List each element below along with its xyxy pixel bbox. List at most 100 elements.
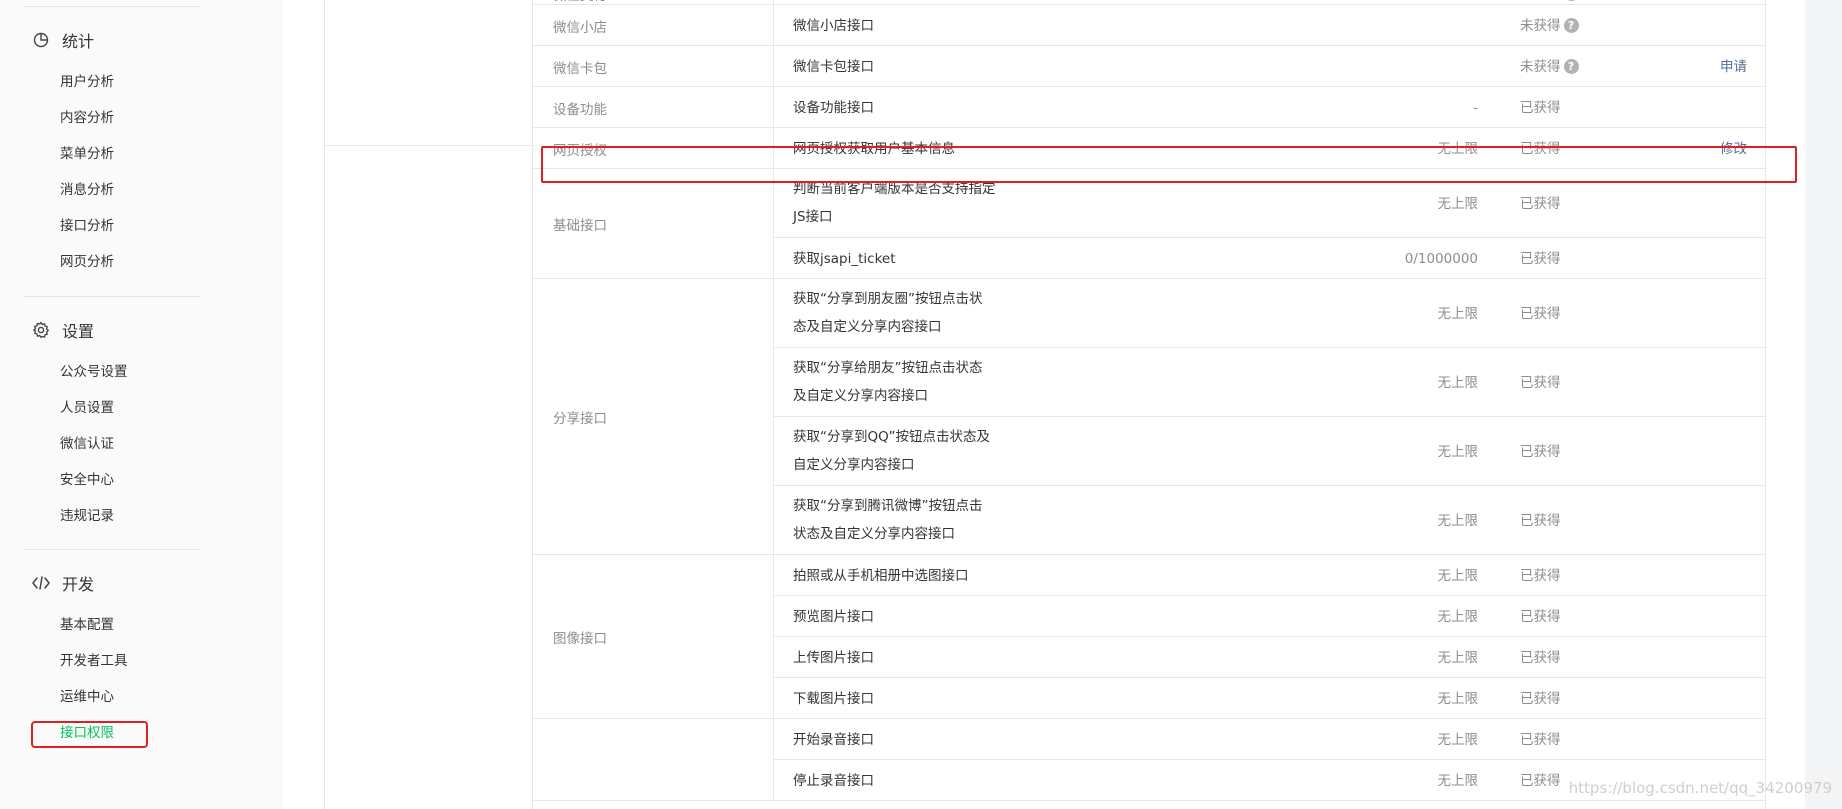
api-status-text: 已获得 [1520, 608, 1561, 625]
api-limit: 无上限 [1437, 195, 1479, 212]
api-status-text: 已获得 [1520, 443, 1561, 460]
row-divider [773, 636, 1765, 637]
api-status-text: 已获得 [1520, 195, 1561, 212]
api-status-text: 未获得 [1520, 0, 1561, 4]
api-status: 已获得 [1520, 442, 1561, 462]
api-status-text: 已获得 [1520, 99, 1561, 116]
api-limit: 无上限 [1437, 608, 1479, 625]
sidebar-divider [23, 549, 200, 550]
help-icon[interactable]: ? [1563, 18, 1579, 33]
api-status: 已获得 [1520, 304, 1561, 324]
sidebar-item[interactable]: 消息分析 [60, 180, 114, 200]
column-divider [773, 169, 774, 279]
api-name: 判断当前客户端版本是否支持指定JS接口 [793, 181, 996, 225]
api-status: 已获得 [1520, 566, 1561, 586]
row-divider [773, 347, 1765, 348]
row-divider [533, 718, 1765, 719]
api-limit: 无上限 [1437, 305, 1479, 322]
sidebar-section-2: 开发 [32, 571, 94, 595]
help-icon[interactable]: ? [1563, 59, 1579, 74]
highlight-box-active-item [31, 721, 148, 748]
column-divider [773, 279, 774, 555]
api-status: 已获得 [1520, 730, 1561, 750]
row-divider [773, 485, 1765, 486]
api-status: 已获得 [1520, 689, 1561, 709]
api-status-text: 未获得 [1520, 17, 1561, 34]
sidebar: 统计用户分析内容分析菜单分析消息分析接口分析网页分析设置公众号设置人员设置微信认… [0, 0, 283, 809]
sidebar-item[interactable]: 开发者工具 [60, 651, 128, 671]
api-permission-table: 微信支付微信支付接口未获得?申请微信小店微信小店接口未获得?微信卡包微信卡包接口… [532, 0, 1766, 809]
action-link[interactable]: 申请 [1720, 0, 1747, 4]
sidebar-item[interactable]: 用户分析 [60, 72, 114, 92]
api-limit: 无上限 [1437, 443, 1479, 460]
api-status: 已获得 [1520, 607, 1561, 627]
row-divider [533, 800, 1765, 801]
api-limit: 无上限 [1437, 649, 1479, 666]
api-limit: 无上限 [1437, 567, 1479, 584]
api-limit: 无上限 [1437, 512, 1479, 529]
api-name: 预览图片接口 [793, 608, 874, 625]
api-status: 未获得? [1520, 0, 1579, 4]
row-divider [533, 86, 1765, 87]
gear-icon [32, 321, 50, 339]
sidebar-item[interactable]: 网页分析 [60, 252, 114, 272]
row-divider [533, 127, 1765, 128]
column-divider [773, 87, 774, 128]
api-limit: 0/1000000 [1404, 250, 1478, 267]
row-divider [533, 278, 1765, 279]
api-status-text: 已获得 [1520, 690, 1561, 707]
divider [324, 0, 325, 809]
action-link[interactable]: 申请 [1720, 57, 1747, 77]
api-limit: 无上限 [1437, 374, 1479, 391]
code-icon [32, 574, 50, 592]
row-divider [773, 416, 1765, 417]
help-icon[interactable]: ? [1563, 0, 1579, 1]
sidebar-item[interactable]: 安全中心 [60, 470, 114, 490]
pie-chart-icon [32, 31, 50, 49]
column-divider [773, 555, 774, 719]
sidebar-section-title: 统计 [62, 32, 95, 51]
sidebar-item[interactable]: 运维中心 [60, 687, 114, 707]
sidebar-item[interactable]: 微信认证 [60, 434, 114, 454]
api-status-text: 已获得 [1520, 374, 1561, 391]
api-status-text: 已获得 [1520, 512, 1561, 529]
api-status-text: 已获得 [1520, 731, 1561, 748]
api-status-text: 已获得 [1520, 649, 1561, 666]
sidebar-item[interactable]: 内容分析 [60, 108, 114, 128]
sidebar-section-title: 开发 [62, 575, 95, 594]
api-status-text: 已获得 [1520, 305, 1561, 322]
sidebar-item[interactable]: 人员设置 [60, 398, 114, 418]
api-name: 获取“分享到腾讯微博”按钮点击状态及自定义分享内容接口 [793, 498, 983, 542]
main-panel: 微信支付微信支付接口未获得?申请微信小店微信小店接口未获得?微信卡包微信卡包接口… [283, 0, 1805, 809]
api-status-text: 未获得 [1520, 58, 1561, 75]
sidebar-item[interactable]: 接口分析 [60, 216, 114, 236]
category-label: 微信小店 [553, 19, 607, 36]
sidebar-section-0: 统计 [32, 28, 94, 52]
api-name: 微信小店接口 [793, 17, 874, 34]
row-divider [773, 677, 1765, 678]
api-status: 未获得? [1520, 16, 1579, 36]
api-status: 已获得 [1520, 511, 1561, 531]
category-label: 基础接口 [553, 218, 607, 234]
api-name: 获取“分享到朋友圈”按钮点击状态及自定义分享内容接口 [793, 291, 983, 335]
category-label: 分享接口 [553, 411, 607, 427]
sidebar-item[interactable]: 违规记录 [60, 506, 114, 526]
category-label: 微信卡包 [553, 60, 607, 77]
api-name: 微信卡包接口 [793, 58, 874, 75]
watermark: https://blog.csdn.net/qq_34200979 [1568, 779, 1832, 797]
row-divider [773, 759, 1765, 760]
sidebar-item[interactable]: 基本配置 [60, 615, 114, 635]
api-status: 已获得 [1520, 771, 1561, 791]
row-divider [773, 595, 1765, 596]
sidebar-item[interactable]: 公众号设置 [60, 362, 128, 382]
sidebar-divider [23, 6, 200, 7]
row-divider [533, 45, 1765, 46]
sidebar-section-1: 设置 [32, 318, 94, 342]
api-limit: 无上限 [1437, 731, 1479, 748]
sidebar-divider [23, 296, 200, 297]
category-label: 图像接口 [553, 631, 607, 647]
api-name: 开始录音接口 [793, 731, 874, 748]
column-divider [773, 5, 774, 46]
sidebar-item[interactable]: 菜单分析 [60, 144, 114, 164]
sidebar-section-title: 设置 [62, 322, 95, 341]
